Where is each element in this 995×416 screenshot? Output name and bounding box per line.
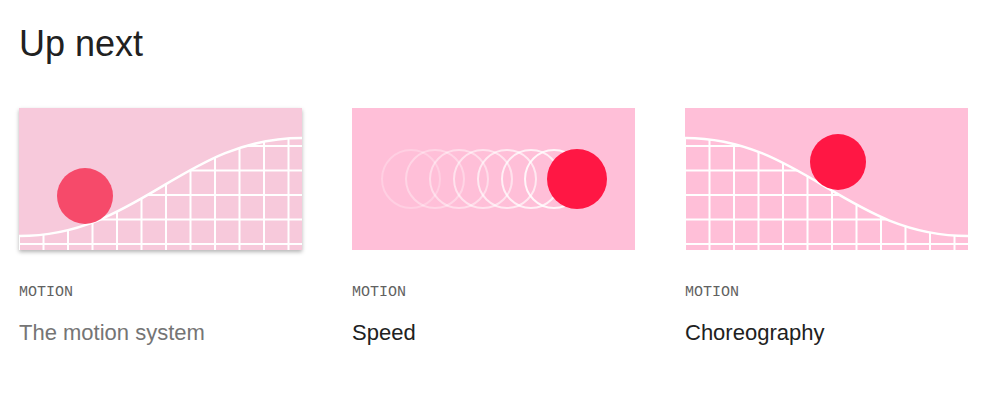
section-heading: Up next <box>19 18 995 70</box>
easing-curve-icon <box>19 108 302 250</box>
article-card[interactable]: MOTION The motion system <box>19 108 302 348</box>
article-card[interactable]: MOTION Speed <box>352 108 635 348</box>
card-category: MOTION <box>352 283 635 303</box>
easing-curve-icon <box>685 108 968 250</box>
card-list: MOTIONThe motion systemMOTIONSpeedMOTION… <box>19 108 995 348</box>
card-title[interactable]: The motion system <box>19 318 302 348</box>
article-card[interactable]: MOTION Choreography <box>685 108 968 348</box>
card-category: MOTION <box>685 283 968 303</box>
card-category: MOTION <box>19 283 302 303</box>
card-title[interactable]: Choreography <box>685 318 968 348</box>
card-thumbnail <box>352 108 635 250</box>
card-title[interactable]: Speed <box>352 318 635 348</box>
card-thumbnail <box>685 108 968 250</box>
up-next-section: Up next MOTION The motion system MOTION Spee… <box>0 0 995 348</box>
card-thumbnail <box>19 108 302 250</box>
speed-illustration-icon <box>352 108 635 250</box>
